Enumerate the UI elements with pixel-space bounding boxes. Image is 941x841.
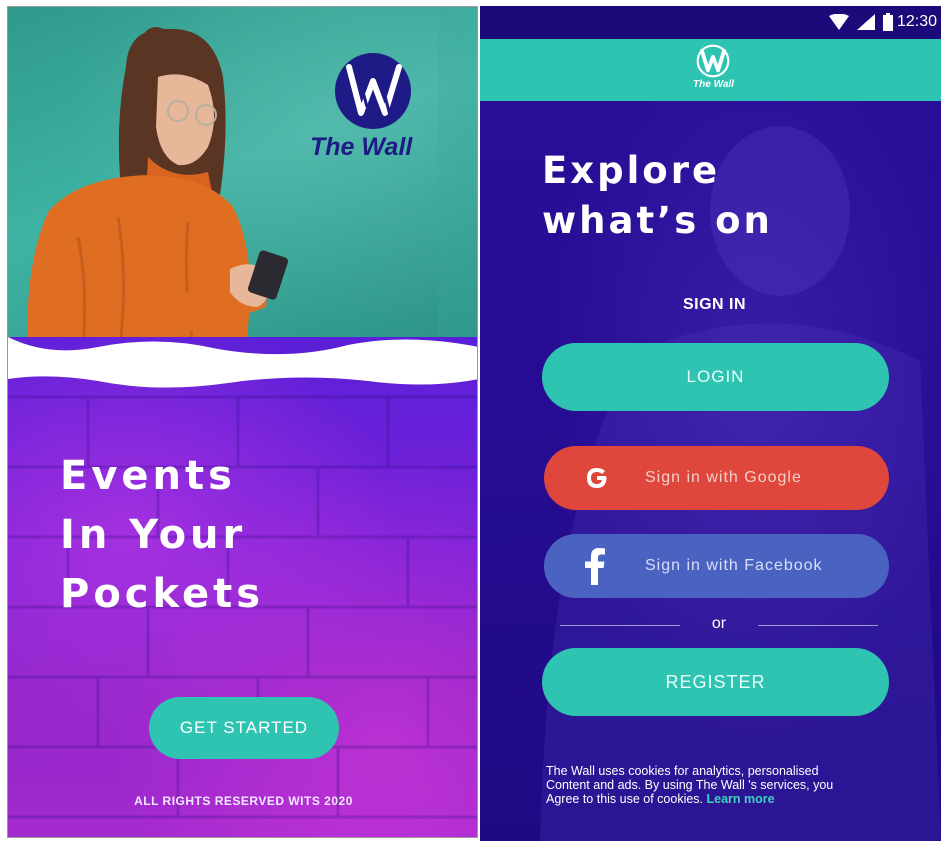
cookie-line-2: Content and ads. By using The Wall 's se…: [546, 778, 834, 792]
or-label: or: [711, 615, 727, 632]
app-bar: The Wall: [480, 39, 941, 101]
onboarding-headline: Events In Your Pockets: [60, 447, 264, 624]
headline-line-1: Explore: [542, 149, 721, 192]
cookie-line-3-text: Agree to this use of cookies.: [546, 792, 707, 806]
headline-line-1: Events: [60, 453, 236, 499]
status-time: 12:30: [896, 13, 937, 30]
headline-line-2: what’s on: [542, 199, 773, 242]
wifi-icon: [829, 14, 849, 30]
onboarding-screen: The Wall Events In Your Pockets GET STAR…: [7, 6, 478, 838]
or-divider: or: [560, 614, 878, 636]
signal-icon: [857, 14, 875, 30]
facebook-f-icon: [584, 534, 606, 598]
sign-in-screen: 12:30 The Wall Explore what’s on SIGN IN…: [480, 6, 941, 841]
page: The Wall Events In Your Pockets GET STAR…: [0, 0, 941, 841]
google-sign-in-button[interactable]: Sign in with Google: [544, 446, 889, 510]
login-button[interactable]: LOGIN: [542, 343, 889, 411]
google-g-icon: [584, 446, 610, 510]
get-started-button[interactable]: GET STARTED: [149, 697, 339, 759]
facebook-button-label: Sign in with Facebook: [645, 557, 823, 574]
status-bar: 12:30: [480, 6, 941, 39]
cookie-notice: The Wall uses cookies for analytics, per…: [546, 764, 916, 806]
facebook-sign-in-button[interactable]: Sign in with Facebook: [544, 534, 889, 598]
register-button[interactable]: REGISTER: [542, 648, 889, 716]
headline-line-2: In Your: [60, 512, 247, 558]
status-icons: [829, 13, 893, 31]
sign-in-label: SIGN IN: [682, 296, 747, 313]
copyright-footer: ALL RIGHTS RESERVED WITS 2020: [134, 794, 353, 808]
torn-paper-divider: [8, 337, 477, 388]
google-button-label: Sign in with Google: [645, 469, 802, 486]
battery-icon: [883, 13, 893, 31]
brand-name: The Wall: [310, 133, 413, 161]
cookie-line-1: The Wall uses cookies for analytics, per…: [546, 764, 819, 778]
app-bar-brand-name: The Wall: [693, 79, 734, 90]
the-wall-logo-icon: [696, 44, 730, 78]
headline-line-3: Pockets: [60, 571, 265, 617]
the-wall-logo-icon: [335, 53, 411, 129]
sign-in-headline: Explore what’s on: [542, 146, 773, 246]
learn-more-link[interactable]: Learn more: [707, 792, 775, 806]
cookie-line-3: Agree to this use of cookies. Learn more: [546, 792, 916, 806]
